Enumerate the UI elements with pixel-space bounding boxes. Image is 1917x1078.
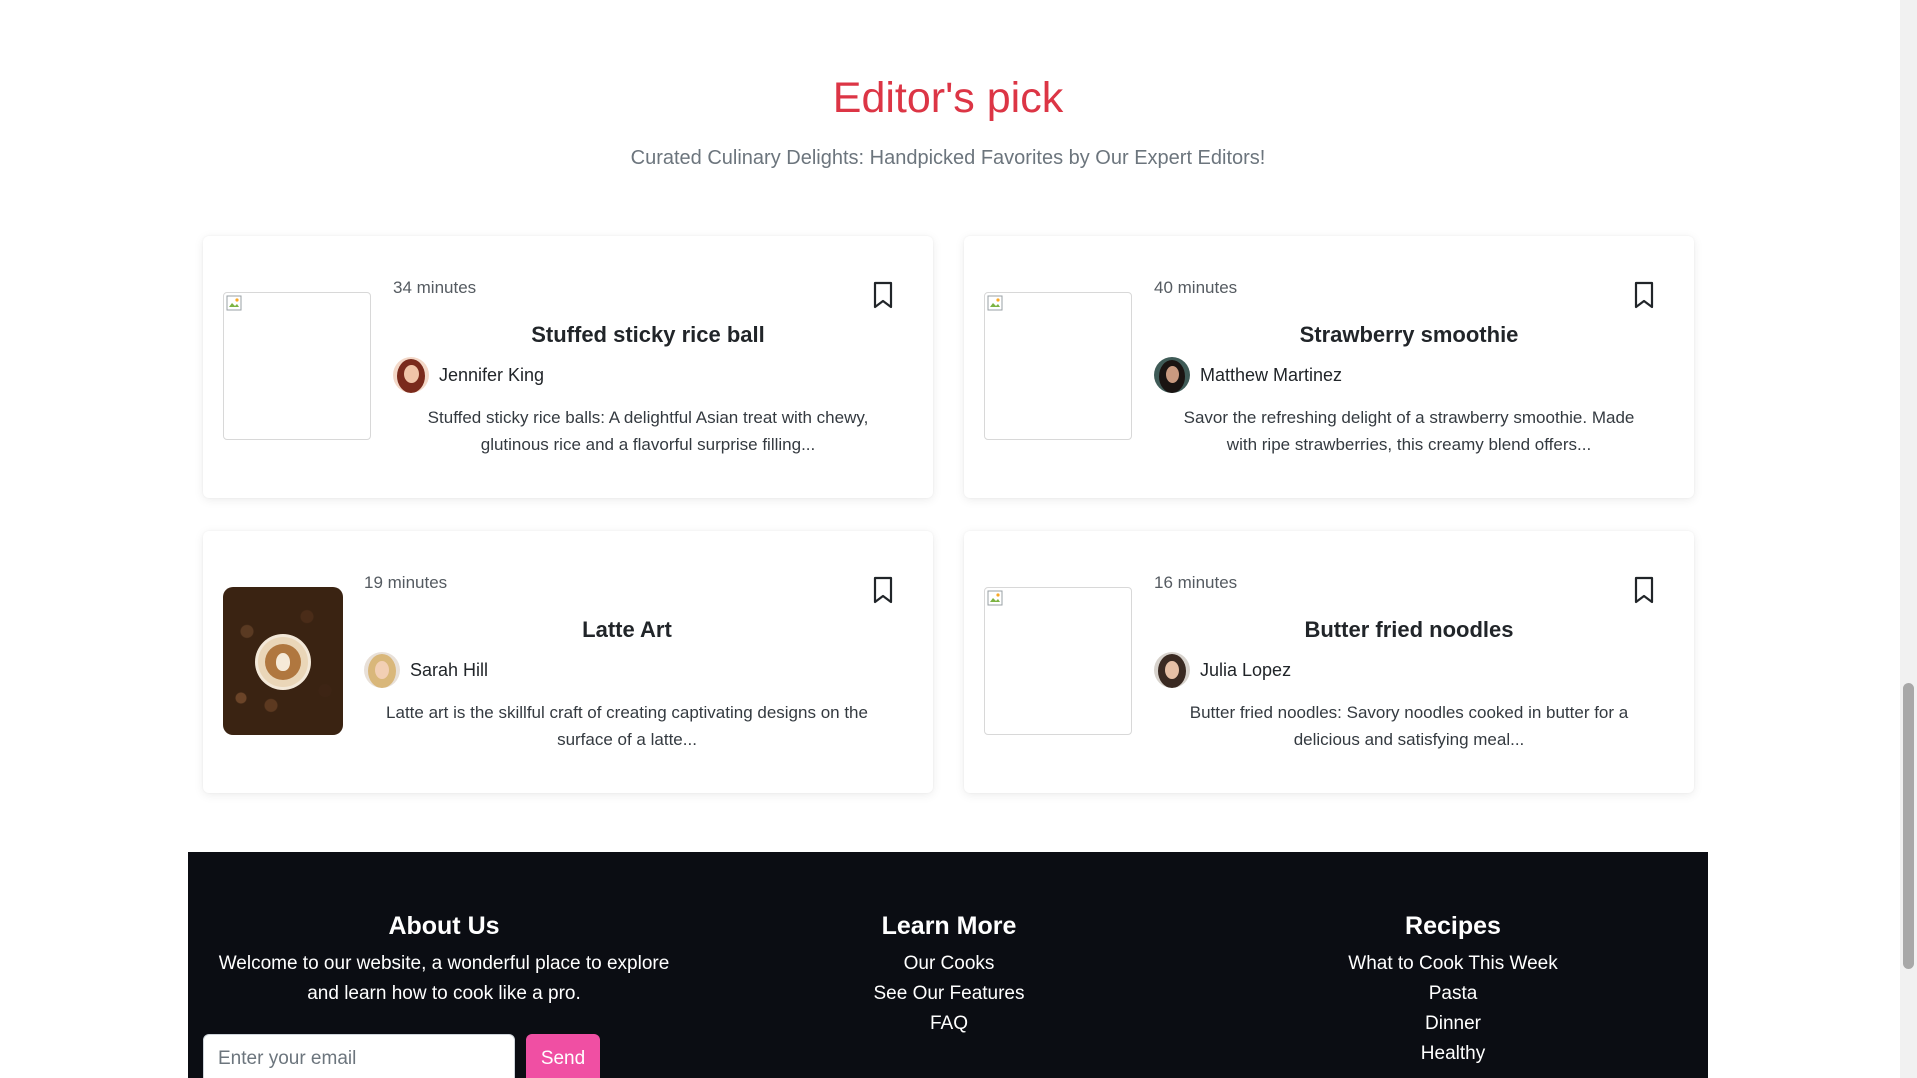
scrollbar-thumb[interactable] xyxy=(1903,683,1914,969)
author: Julia Lopez xyxy=(1154,651,1291,689)
about-text-line: Welcome to our website, a wonderful plac… xyxy=(218,953,670,974)
bookmark-icon[interactable] xyxy=(1632,576,1656,604)
cook-time: 16 minutes xyxy=(1154,573,1238,592)
cook-time: 40 minutes xyxy=(1154,278,1238,297)
description-line: Latte art is the skillful craft of creat… xyxy=(386,703,868,722)
recipe-title[interactable]: Butter fried noodles xyxy=(1154,617,1664,643)
about-text-line: and learn how to cook like a pro. xyxy=(307,983,581,1004)
author-name: Jennifer King xyxy=(439,364,545,385)
footer-link-features[interactable]: See Our Features xyxy=(700,979,1198,1009)
recipe-description: Savor the refreshing delight of a strawb… xyxy=(1154,404,1664,458)
recipe-image[interactable] xyxy=(223,587,343,735)
recipe-description: Stuffed sticky rice balls: A delightful … xyxy=(393,404,903,458)
footer-link-healthy[interactable]: Healthy xyxy=(1198,1039,1708,1069)
section-subtitle: Curated Culinary Delights: Handpicked Fa… xyxy=(630,147,1266,169)
cook-time: 19 minutes xyxy=(364,573,448,592)
recipe-description: Latte art is the skillful craft of creat… xyxy=(364,699,890,753)
footer-about-heading: About Us xyxy=(388,912,500,940)
author-name: Matthew Martinez xyxy=(1200,364,1343,385)
author-name: Sarah Hill xyxy=(410,659,489,680)
footer-link-dinner[interactable]: Dinner xyxy=(1198,1009,1708,1039)
footer: About Us Welcome to our website, a wonde… xyxy=(188,852,1708,1078)
description-line: Savor the refreshing delight of a strawb… xyxy=(1183,408,1635,427)
footer-link-faq[interactable]: FAQ xyxy=(700,1009,1198,1039)
bookmark-icon[interactable] xyxy=(1632,281,1656,309)
recipe-card[interactable]: 19 minutes Latte Art Sarah Hill Latte ar… xyxy=(203,531,933,793)
avatar xyxy=(364,652,400,688)
page: Editor's pick Curated Culinary Delights:… xyxy=(0,0,1917,1078)
author: Jennifer King xyxy=(393,356,544,394)
footer-link-our-cooks[interactable]: Our Cooks xyxy=(700,949,1198,979)
recipe-title[interactable]: Latte Art xyxy=(364,617,890,643)
scrollbar[interactable] xyxy=(1900,0,1917,1078)
latte-photo xyxy=(258,637,308,687)
broken-image-icon xyxy=(226,295,242,311)
author-name: Julia Lopez xyxy=(1200,659,1292,680)
description-line: surface of a latte... xyxy=(557,730,697,749)
footer-link-pasta[interactable]: Pasta xyxy=(1198,979,1708,1009)
recipe-description: Butter fried noodles: Savory noodles coo… xyxy=(1154,699,1664,753)
email-field[interactable] xyxy=(203,1034,515,1078)
recipe-card[interactable]: 34 minutes Stuffed sticky rice ball Jenn… xyxy=(203,236,933,498)
cook-time: 34 minutes xyxy=(393,278,477,297)
avatar xyxy=(1154,652,1190,688)
bookmark-icon[interactable] xyxy=(871,576,895,604)
description-line: Butter fried noodles: Savory noodles coo… xyxy=(1189,703,1629,722)
recipe-image[interactable] xyxy=(984,587,1132,735)
recipe-image[interactable] xyxy=(223,292,371,440)
recipe-card[interactable]: 16 minutes Butter fried noodles Julia Lo… xyxy=(964,531,1694,793)
broken-image-icon xyxy=(987,590,1003,606)
recipe-image[interactable] xyxy=(984,292,1132,440)
description-line: Stuffed sticky rice balls: A delightful … xyxy=(427,408,869,427)
section-title: Editor's pick xyxy=(832,74,1064,122)
footer-recipes: Recipes What to Cook This Week Pasta Din… xyxy=(1198,912,1708,1069)
footer-learn-more-heading: Learn More xyxy=(881,912,1017,940)
footer-about: About Us Welcome to our website, a wonde… xyxy=(188,912,700,1009)
footer-learn-more: Learn More Our Cooks See Our Features FA… xyxy=(700,912,1198,1039)
description-line: delicious and satisfying meal... xyxy=(1293,730,1525,749)
author: Matthew Martinez xyxy=(1154,356,1342,394)
author: Sarah Hill xyxy=(364,651,488,689)
recipe-title[interactable]: Strawberry smoothie xyxy=(1154,322,1664,348)
recipe-card[interactable]: 40 minutes Strawberry smoothie Matthew M… xyxy=(964,236,1694,498)
broken-image-icon xyxy=(987,295,1003,311)
description-line: with ripe strawberries, this creamy blen… xyxy=(1226,435,1592,454)
avatar xyxy=(393,357,429,393)
send-button[interactable]: Send xyxy=(526,1034,600,1078)
avatar xyxy=(1154,357,1190,393)
footer-recipes-heading: Recipes xyxy=(1405,912,1501,940)
description-line: glutinous rice and a flavorful surprise … xyxy=(480,435,816,454)
bookmark-icon[interactable] xyxy=(871,281,895,309)
footer-about-text: Welcome to our website, a wonderful plac… xyxy=(188,949,700,1009)
recipe-title[interactable]: Stuffed sticky rice ball xyxy=(393,322,903,348)
footer-link-what-to-cook[interactable]: What to Cook This Week xyxy=(1198,949,1708,979)
